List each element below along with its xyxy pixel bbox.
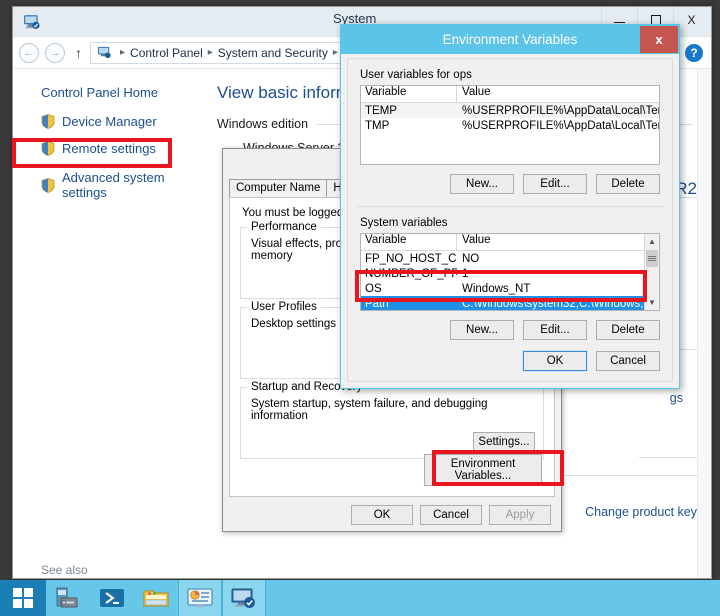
up-arrow-icon[interactable]: ↑ (75, 45, 82, 61)
system-properties-icon[interactable] (222, 580, 266, 616)
settings-link-fragment[interactable]: gs (670, 391, 683, 405)
breadcrumb-system-icon (97, 46, 111, 59)
system-icon (24, 15, 40, 29)
section-divider (356, 206, 664, 207)
help-icon[interactable]: ? (685, 43, 703, 62)
sidebar-item-advanced-system-settings[interactable]: Advanced system settings (41, 170, 209, 200)
scrollbar-thumb[interactable] (646, 250, 658, 267)
env-dialog-title: Environment Variables (442, 32, 578, 47)
section-label: Windows edition (217, 117, 309, 131)
env-cancel-button[interactable]: Cancel (596, 351, 660, 371)
taskbar (0, 580, 720, 616)
control-panel-icon[interactable] (178, 580, 222, 616)
forward-arrow-icon[interactable]: → (45, 42, 65, 63)
user-new-button[interactable]: New... (450, 174, 514, 194)
ok-button[interactable]: OK (351, 505, 413, 525)
startup-recovery-desc: System startup, system failure, and debu… (251, 398, 488, 422)
file-explorer-icon[interactable] (134, 580, 178, 616)
user-variables-label: User variables for ops (360, 69, 472, 81)
environment-variables-button-highlight (432, 450, 564, 486)
table-header: Variable Value (361, 234, 659, 251)
advanced-system-settings-highlight (12, 138, 172, 168)
close-icon[interactable]: x (640, 26, 678, 53)
column-header-variable: Variable (361, 86, 457, 102)
group-label: Performance (247, 221, 321, 233)
scroll-down-arrow-icon[interactable]: ▼ (645, 295, 659, 310)
system-variables-buttons: New... Edit... Delete (348, 320, 660, 340)
server-manager-icon[interactable] (46, 580, 90, 616)
system-variables-label: System variables (360, 217, 448, 229)
shield-icon (41, 177, 55, 193)
env-dialog-footer: OK Cancel (522, 350, 660, 372)
table-header: Variable Value (361, 86, 659, 103)
env-dialog-titlebar: Environment Variables x (341, 25, 679, 54)
tab-computer-name[interactable]: Computer Name (229, 179, 328, 198)
path-variable-row-highlight (355, 270, 647, 302)
system-properties-footer: OK Cancel Apply (223, 505, 561, 525)
user-variables-table[interactable]: Variable Value TEMP %USERPROFILE%\AppDat… (360, 85, 660, 165)
cell-value: %USERPROFILE%\AppData\Local\Temp (462, 104, 659, 117)
main-scrollbar[interactable] (697, 69, 711, 578)
cell-variable: FP_NO_HOST_CH... (365, 252, 457, 265)
table-row[interactable]: FP_NO_HOST_CH... NO (361, 251, 659, 266)
shield-icon (41, 114, 55, 129)
breadcrumb-item-0[interactable]: Control Panel (130, 46, 203, 60)
column-header-value: Value (462, 86, 491, 98)
system-edit-button[interactable]: Edit... (523, 320, 587, 340)
powershell-icon[interactable] (90, 580, 134, 616)
sidebar-item-device-manager[interactable]: Device Manager (41, 114, 209, 129)
cell-value: NO (462, 252, 480, 265)
breadcrumb-item-1[interactable]: System and Security (218, 46, 328, 60)
breadcrumb-separator: ▸ (120, 47, 126, 58)
change-product-key-link[interactable]: Change product key (585, 505, 697, 519)
cell-value: %USERPROFILE%\AppData\Local\Temp (462, 119, 659, 132)
table-row[interactable]: TMP %USERPROFILE%\AppData\Local\Temp (361, 118, 659, 133)
maximize-icon (650, 14, 661, 25)
cancel-button[interactable]: Cancel (420, 505, 482, 525)
startup-recovery-group: Startup and Recovery System startup, sys… (240, 381, 544, 459)
column-header-value: Value (462, 234, 491, 246)
content-rule (639, 457, 697, 458)
back-arrow-icon[interactable]: ← (19, 42, 39, 63)
see-also-title: See also (41, 563, 88, 577)
sidebar-item-control-panel-home[interactable]: Control Panel Home (41, 85, 209, 100)
group-label: User Profiles (247, 301, 321, 313)
user-edit-button[interactable]: Edit... (523, 174, 587, 194)
sidebar-item-label: Device Manager (62, 114, 157, 129)
env-dialog-body: User variables for ops Variable Value TE… (347, 58, 673, 382)
user-variables-buttons: New... Edit... Delete (348, 174, 660, 194)
user-delete-button[interactable]: Delete (596, 174, 660, 194)
startup-settings-button[interactable]: Settings... (473, 432, 535, 452)
minimize-icon (614, 22, 625, 23)
column-header-variable: Variable (361, 234, 457, 250)
system-delete-button[interactable]: Delete (596, 320, 660, 340)
breadcrumb-separator: ▸ (207, 47, 213, 58)
environment-variables-dialog: Environment Variables x User variables f… (340, 24, 680, 389)
cell-variable: TMP (365, 119, 390, 132)
desktop: System X ← → ↑ ▸ Control Panel ▸ System … (0, 0, 720, 616)
sidebar-item-label: Advanced system settings (62, 170, 165, 200)
system-new-button[interactable]: New... (450, 320, 514, 340)
table-row[interactable]: TEMP %USERPROFILE%\AppData\Local\Temp (361, 103, 659, 118)
breadcrumb-separator: ▸ (332, 47, 338, 58)
apply-button[interactable]: Apply (489, 505, 551, 525)
env-ok-button[interactable]: OK (522, 350, 588, 372)
cell-variable: TEMP (365, 104, 397, 117)
scroll-up-arrow-icon[interactable]: ▲ (645, 234, 659, 249)
windows-start-icon[interactable] (0, 580, 46, 616)
